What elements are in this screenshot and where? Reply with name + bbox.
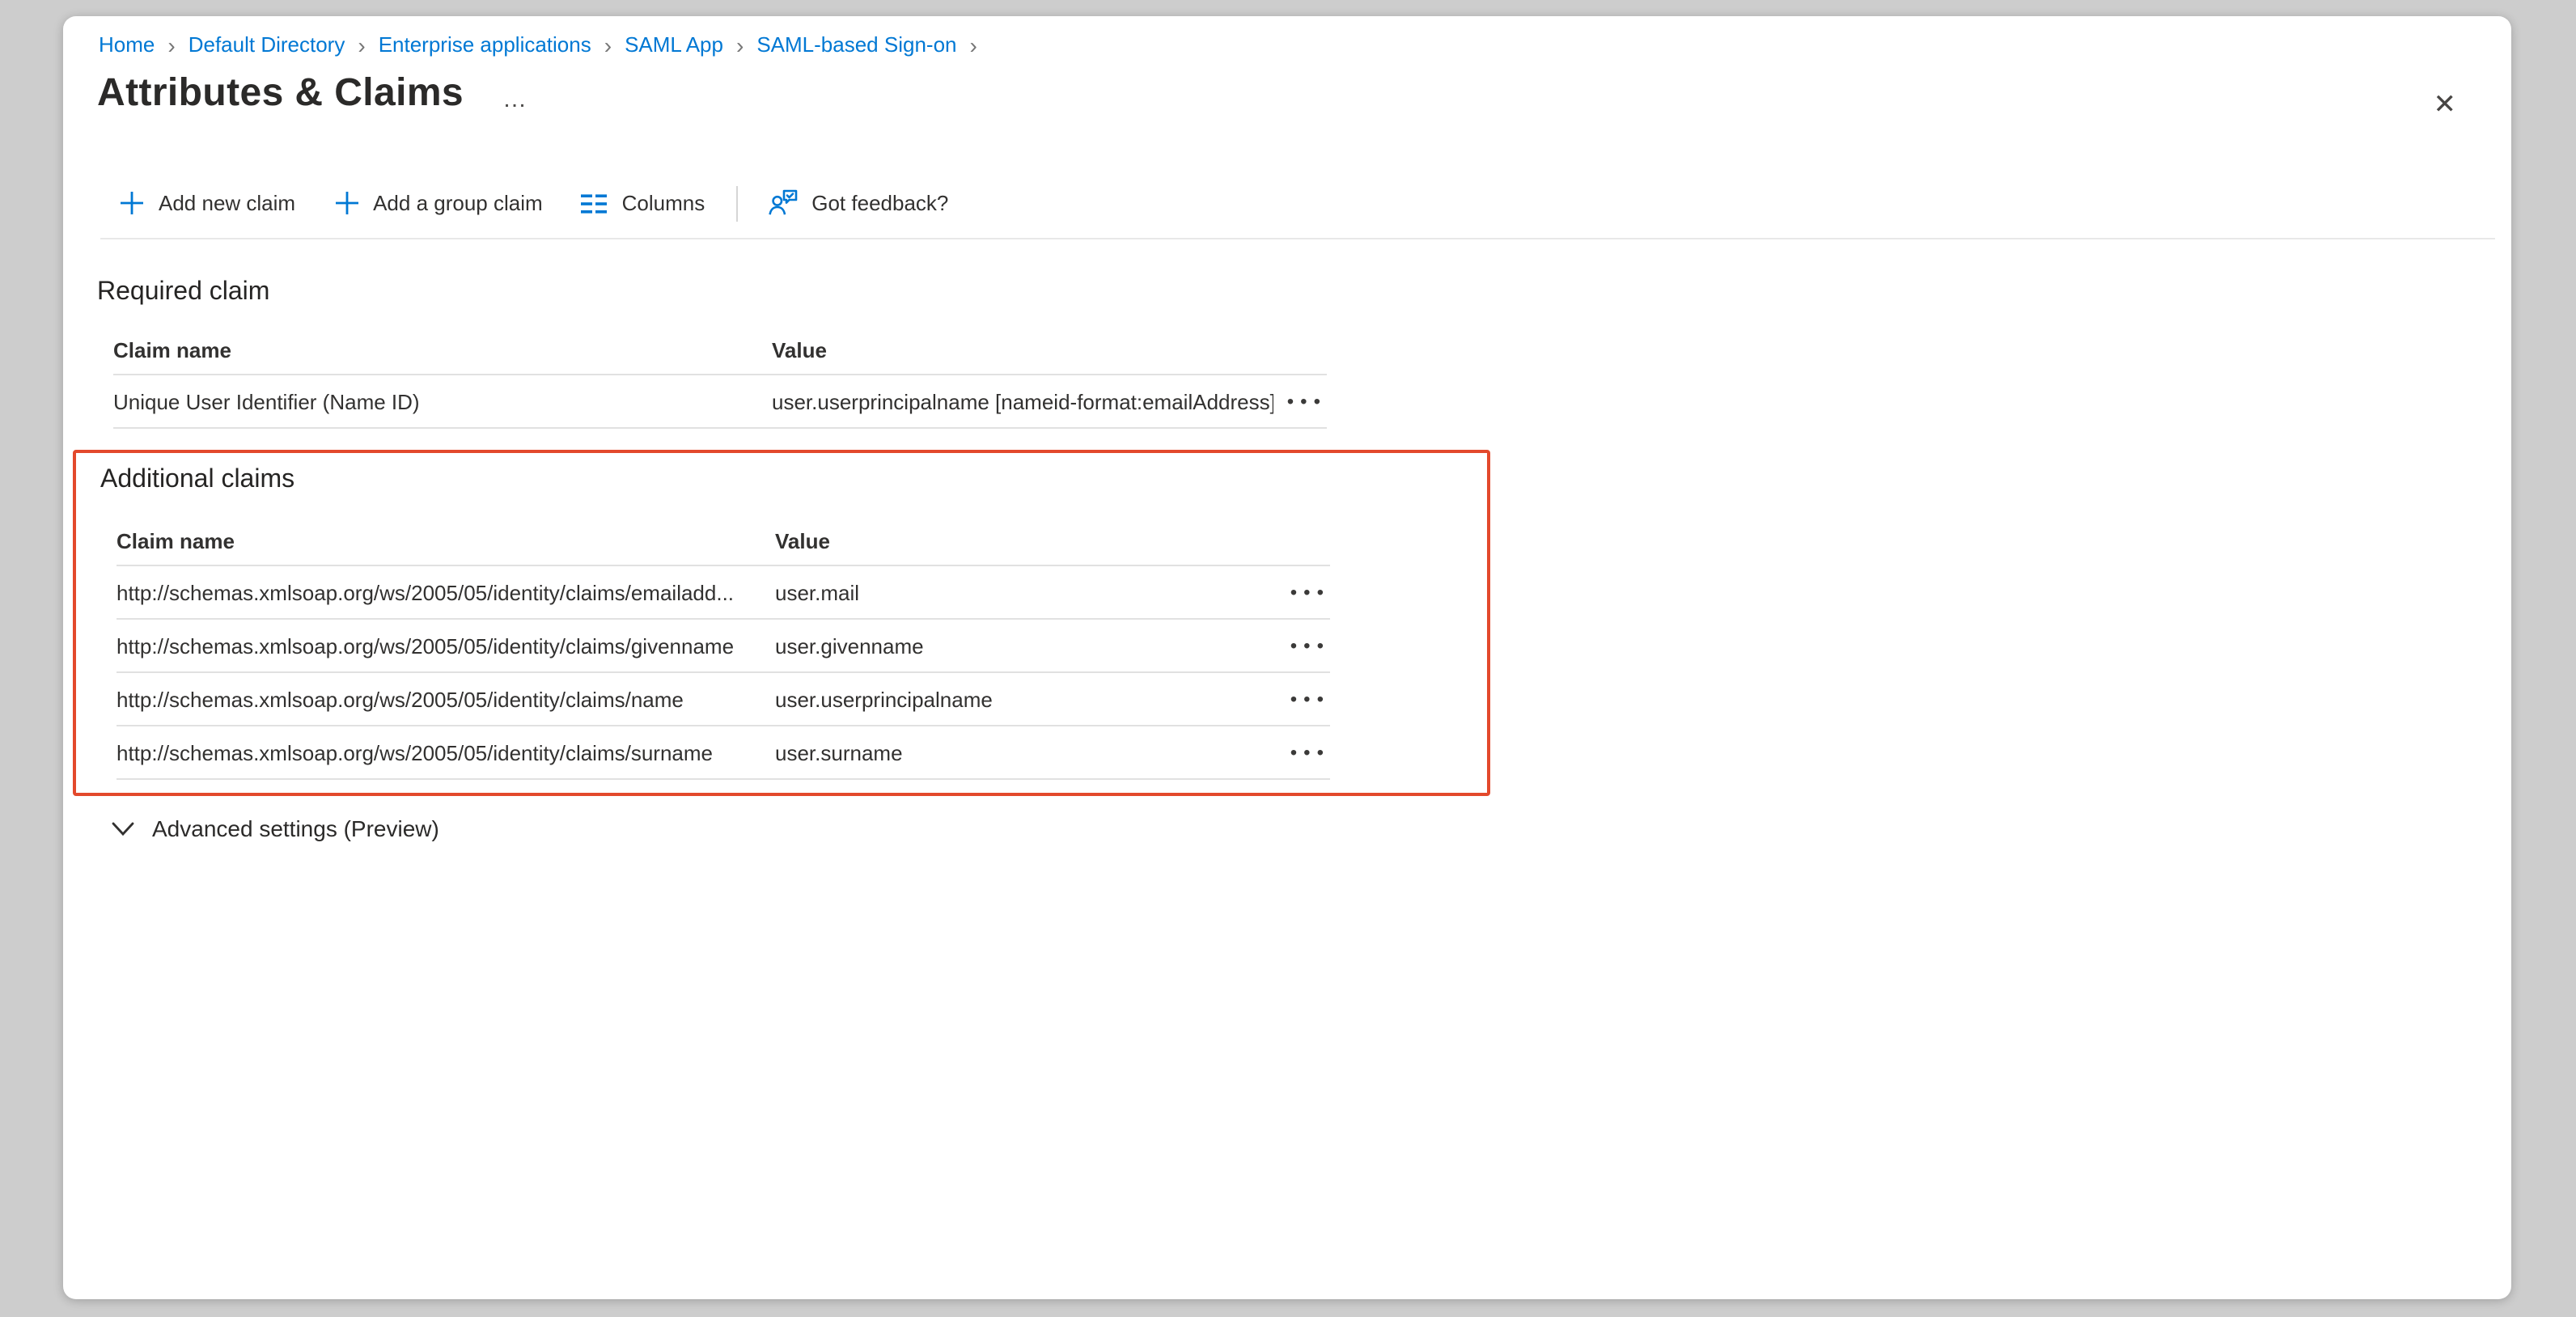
advanced-settings-toggle[interactable]: Advanced settings (Preview) [112, 815, 439, 841]
claim-name-cell: http://schemas.xmlsoap.org/ws/2005/05/id… [117, 633, 775, 658]
column-header-claim-name: Claim name [117, 529, 775, 553]
breadcrumb-link-default-directory[interactable]: Default Directory [189, 32, 345, 57]
got-feedback-label: Got feedback? [811, 191, 948, 215]
breadcrumb-separator-icon: › [736, 32, 744, 57]
breadcrumb-separator-icon: › [970, 32, 977, 57]
column-header-value: Value [775, 529, 1330, 553]
claim-value-cell: user.mail [775, 580, 1277, 604]
breadcrumb-link-enterprise-applications[interactable]: Enterprise applications [379, 32, 591, 57]
row-actions-button[interactable]: ••• [1277, 689, 1330, 709]
breadcrumb-separator-icon: › [167, 32, 175, 57]
got-feedback-button[interactable]: Got feedback? [748, 179, 968, 227]
add-group-claim-label: Add a group claim [373, 191, 543, 215]
add-new-claim-label: Add new claim [159, 191, 295, 215]
columns-label: Columns [622, 191, 705, 215]
additional-claims-section-title: Additional claims [100, 466, 294, 495]
claim-value-cell: user.surname [775, 740, 1277, 764]
row-actions-button[interactable]: ••• [1277, 582, 1330, 602]
row-actions-button[interactable]: ••• [1277, 743, 1330, 762]
claim-value-cell: user.userprincipalname [775, 687, 1277, 711]
title-row: Attributes & Claims … [97, 71, 535, 116]
claim-name-cell: http://schemas.xmlsoap.org/ws/2005/05/id… [117, 740, 775, 764]
table-row[interactable]: http://schemas.xmlsoap.org/ws/2005/05/id… [117, 726, 1330, 780]
row-actions-button[interactable]: ••• [1277, 636, 1330, 655]
column-header-claim-name: Claim name [113, 338, 772, 362]
breadcrumb-link-saml-app[interactable]: SAML App [625, 32, 723, 57]
table-row[interactable]: http://schemas.xmlsoap.org/ws/2005/05/id… [117, 620, 1330, 673]
table-row[interactable]: http://schemas.xmlsoap.org/ws/2005/05/id… [117, 673, 1330, 726]
attributes-claims-panel: Home › Default Directory › Enterprise ap… [63, 16, 2511, 1299]
breadcrumb: Home › Default Directory › Enterprise ap… [99, 32, 977, 57]
page-title: Attributes & Claims [97, 71, 464, 116]
claim-name-cell: http://schemas.xmlsoap.org/ws/2005/05/id… [117, 580, 775, 604]
screen: Home › Default Directory › Enterprise ap… [0, 0, 2576, 1317]
additional-claims-highlight-box: Additional claims Claim name Value http:… [73, 450, 1490, 796]
breadcrumb-separator-icon: › [604, 32, 612, 57]
table-row[interactable]: http://schemas.xmlsoap.org/ws/2005/05/id… [117, 566, 1330, 620]
claim-name-cell: Unique User Identifier (Name ID) [113, 389, 772, 413]
plus-icon [120, 191, 144, 215]
table-row[interactable]: Unique User Identifier (Name ID) user.us… [113, 375, 1327, 429]
table-header-row: Claim name Value [113, 327, 1327, 375]
plus-icon [334, 191, 358, 215]
row-actions-button[interactable]: ••• [1274, 392, 1327, 411]
additional-claims-table: Claim name Value http://schemas.xmlsoap.… [117, 518, 1330, 780]
breadcrumb-link-saml-based-sign-on[interactable]: SAML-based Sign-on [756, 32, 956, 57]
columns-icon [582, 192, 608, 214]
add-group-claim-button[interactable]: Add a group claim [315, 179, 562, 227]
chevron-down-icon [112, 815, 134, 841]
more-options-button[interactable]: … [496, 82, 535, 116]
required-claim-table: Claim name Value Unique User Identifier … [113, 327, 1327, 429]
toolbar: Add new claim Add a group claim [100, 168, 2495, 239]
claim-value-cell: user.userprincipalname [nameid-format:em… [772, 389, 1274, 413]
feedback-icon [768, 189, 797, 217]
required-claim-section-title: Required claim [97, 278, 269, 307]
advanced-settings-label: Advanced settings (Preview) [152, 815, 439, 841]
close-button[interactable]: ✕ [2427, 84, 2464, 125]
breadcrumb-separator-icon: › [358, 32, 365, 57]
toolbar-divider [735, 185, 737, 221]
breadcrumb-link-home[interactable]: Home [99, 32, 155, 57]
column-header-value: Value [772, 338, 1327, 362]
claim-name-cell: http://schemas.xmlsoap.org/ws/2005/05/id… [117, 687, 775, 711]
columns-button[interactable]: Columns [562, 179, 725, 227]
claim-value-cell: user.givenname [775, 633, 1277, 658]
add-new-claim-button[interactable]: Add new claim [100, 179, 315, 227]
table-header-row: Claim name Value [117, 518, 1330, 566]
